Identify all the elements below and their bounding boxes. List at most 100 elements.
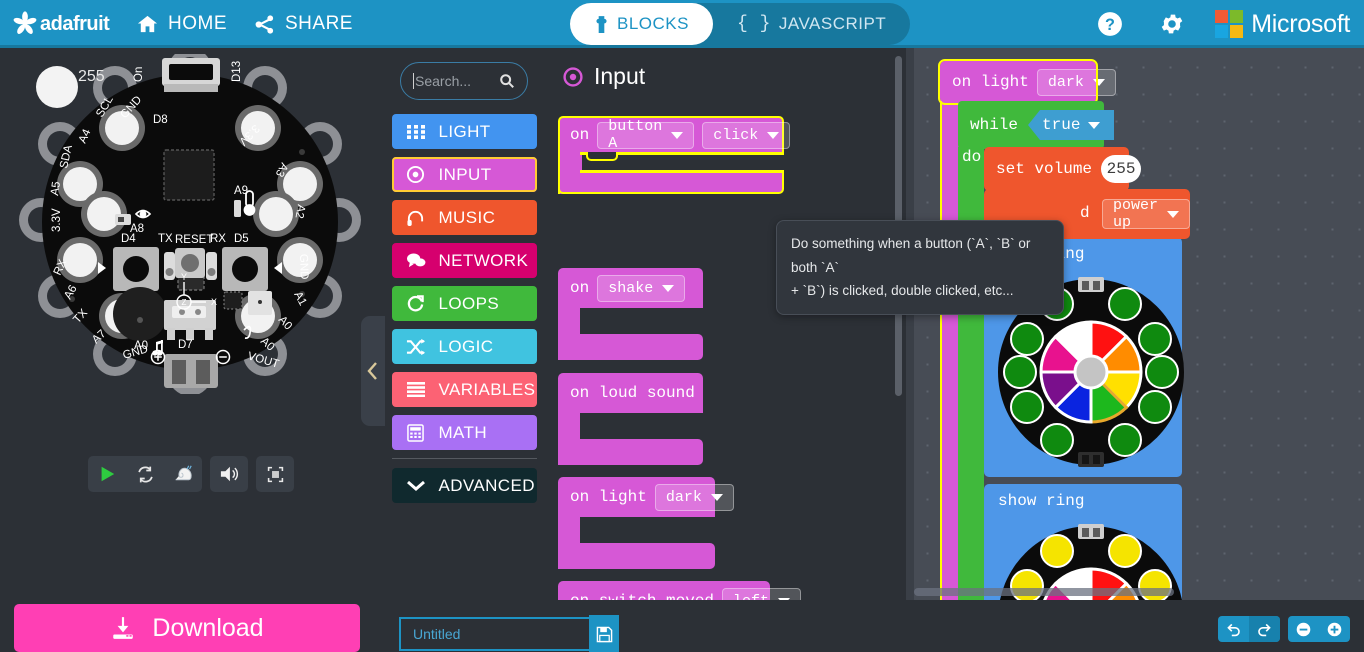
search-placeholder: Search... — [415, 73, 472, 89]
collapse-simulator-handle[interactable] — [361, 316, 385, 426]
home-icon — [137, 15, 158, 32]
top-navigation-bar: adafruit HOME SHARE BLOCKS { } JAVASCRIP… — [0, 0, 1364, 48]
ws-dropdown-light-condition-value: dark — [1047, 73, 1084, 91]
simulator-playback-group — [88, 456, 202, 492]
category-light-label: LIGHT — [438, 121, 491, 141]
dropdown-button-source[interactable]: button A — [597, 118, 695, 152]
snail-icon — [175, 465, 192, 481]
category-variables[interactable]: VARIABLES — [391, 372, 537, 407]
ws-block-set-volume[interactable]: set volume 255 — [984, 147, 1142, 191]
undo-redo-group — [1218, 616, 1280, 642]
minus-circle-icon — [1296, 622, 1311, 636]
home-nav-label: HOME — [168, 13, 227, 34]
flyout-block-on-shake[interactable]: on shake — [558, 268, 703, 360]
category-loops-label: LOOPS — [438, 293, 500, 313]
dropdown-button-event[interactable]: click — [702, 121, 791, 149]
microsoft-label: Microsoft — [1251, 9, 1350, 38]
floppy-disk-icon — [596, 626, 612, 642]
project-name-input[interactable] — [399, 617, 589, 651]
chat-icon — [406, 251, 426, 271]
slow-motion-button[interactable] — [164, 456, 202, 492]
category-math-label: MATH — [438, 422, 487, 442]
dropdown-switch-position[interactable]: left — [722, 587, 802, 600]
share-nav-item[interactable]: SHARE — [253, 13, 353, 36]
category-light[interactable]: LIGHT — [391, 114, 537, 149]
ws-while-condition[interactable]: true — [1028, 110, 1115, 140]
restart-button[interactable] — [126, 456, 164, 492]
settings-button[interactable] — [1141, 0, 1203, 48]
ws-block-on-light[interactable]: on light dark — [938, 59, 1116, 105]
ws-set-volume-value[interactable]: 255 — [1101, 155, 1142, 183]
svg-text:?: ? — [1105, 16, 1115, 34]
curly-braces-icon: { } — [736, 14, 771, 34]
redo-button[interactable] — [1249, 616, 1280, 642]
zoom-in-button[interactable] — [1319, 616, 1350, 642]
category-loops[interactable]: LOOPS — [391, 286, 537, 321]
bottom-bar: Download — [0, 600, 1364, 652]
tooltip-line-2: + `B`) is clicked, double clicked, etc..… — [791, 283, 1014, 299]
circuit-playground-board[interactable]: 255 Z Y X On D13 GND D8 SCL A4 SDA A5 3.… — [12, 48, 372, 396]
flyout-block-on-switch-moved[interactable]: on switch moved left — [558, 581, 802, 600]
category-advanced-label: ADVANCED — [438, 475, 535, 495]
save-project-button[interactable] — [589, 615, 619, 652]
run-button[interactable] — [88, 456, 126, 492]
search-input[interactable]: Search... — [400, 62, 528, 100]
ws-block-while[interactable]: while true — [958, 101, 1115, 149]
brand-logo[interactable]: adafruit — [0, 11, 120, 37]
ws-while-do-label: do — [962, 148, 982, 166]
microsoft-logo[interactable]: Microsoft — [1203, 10, 1364, 39]
tab-javascript[interactable]: { } JAVASCRIPT — [713, 3, 910, 45]
ws-block-show-ring-2[interactable]: show ring — [984, 484, 1183, 600]
flyout-title-label: Input — [594, 63, 646, 89]
flyout-block-on-button-click[interactable]: on button A click — [558, 116, 791, 194]
category-network[interactable]: NETWORK — [391, 243, 537, 278]
svg-text:Z: Z — [182, 298, 187, 307]
block-prefix-label: on switch moved — [570, 592, 714, 600]
blocks-workspace[interactable]: on light dark while true do set volume 2… — [906, 48, 1364, 600]
category-advanced[interactable]: ADVANCED — [391, 468, 537, 503]
neopixel-brightness-value: 255 — [78, 68, 105, 85]
ws-on-light-label: on light — [952, 73, 1029, 91]
project-name-area — [399, 615, 619, 652]
dropdown-button-event-value: click — [713, 126, 759, 144]
svg-text:On: On — [133, 67, 145, 82]
share-nav-label: SHARE — [285, 13, 353, 34]
dropdown-shake-gesture[interactable]: shake — [597, 274, 686, 302]
calculator-icon — [406, 423, 426, 443]
brand-name: adafruit — [40, 12, 110, 35]
expand-icon — [267, 466, 283, 482]
dropdown-light-condition[interactable]: dark — [654, 483, 734, 511]
category-music[interactable]: MUSIC — [391, 200, 537, 235]
question-mark-circle-icon: ? — [1098, 12, 1123, 36]
workspace-controls — [1218, 616, 1350, 642]
home-nav-item[interactable]: HOME — [136, 13, 227, 36]
ws-set-volume-label: set volume — [996, 160, 1093, 178]
ws-dropdown-sound[interactable]: power up — [1102, 197, 1191, 231]
grid-icon — [406, 122, 426, 142]
tab-blocks[interactable]: BLOCKS — [570, 3, 713, 45]
undo-button[interactable] — [1218, 616, 1249, 642]
chevron-left-icon — [367, 362, 377, 380]
workspace-horizontal-scrollbar[interactable] — [914, 588, 1174, 596]
headphone-icon — [406, 208, 426, 228]
category-network-label: NETWORK — [438, 250, 529, 270]
fullscreen-button[interactable] — [256, 456, 294, 492]
category-input[interactable]: INPUT — [391, 157, 537, 192]
download-button[interactable]: Download — [14, 604, 360, 652]
ws-dropdown-sound-value: power up — [1113, 197, 1159, 231]
tooltip-line-1: Do something when a button (`A`, `B` or … — [791, 236, 1031, 275]
help-button[interactable]: ? — [1079, 0, 1141, 48]
undo-arrow-icon — [1227, 623, 1240, 636]
ws-while-label: while — [970, 116, 1019, 134]
microsoft-squares-icon — [1215, 10, 1244, 38]
ws-dropdown-light-condition[interactable]: dark — [1036, 68, 1116, 96]
category-logic[interactable]: LOGIC — [391, 329, 537, 364]
flyout-block-on-loud-sound[interactable]: on loud sound — [558, 373, 703, 465]
mute-button[interactable] — [210, 456, 248, 492]
category-math[interactable]: MATH — [391, 415, 537, 450]
target-icon — [563, 66, 583, 87]
speaker-icon — [220, 466, 239, 482]
zoom-out-button[interactable] — [1288, 616, 1319, 642]
svg-text:Y: Y — [181, 272, 187, 282]
flyout-block-on-light[interactable]: on light dark — [558, 477, 734, 569]
